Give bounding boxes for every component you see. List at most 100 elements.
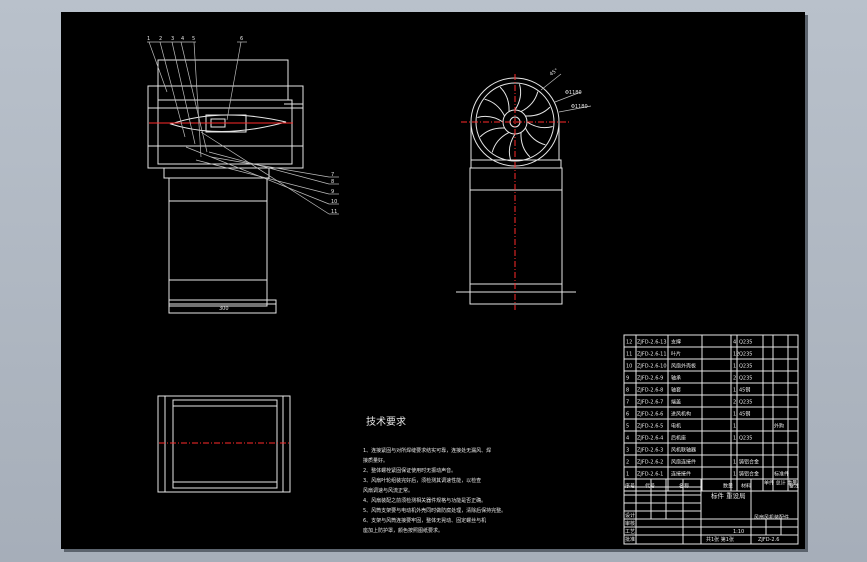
bom-cell-name: 后机座 xyxy=(671,435,686,442)
notes-line: 座加上防护罩，颜色按照图纸要求。 xyxy=(363,527,443,534)
notes-line: 2、整体螺栓紧固保证使用时无振动声音。 xyxy=(363,467,456,474)
top-view-outer xyxy=(157,395,291,493)
bom-cell-code: ZJFD-2.6-9 xyxy=(637,376,663,382)
bom-header-name: 名称 xyxy=(679,483,689,490)
bom-header-material: 材料 xyxy=(741,483,751,490)
bom-cell-name: 轴套 xyxy=(671,387,681,394)
fan-blade xyxy=(484,98,506,117)
title-signer: 工艺 xyxy=(625,529,635,535)
bom-cell-code: ZJFD-2.6-11 xyxy=(637,352,667,358)
top-view xyxy=(157,395,291,493)
bom-cell-name: 风机联轴器 xyxy=(671,447,696,454)
fan-blade xyxy=(499,86,510,112)
fan-blade xyxy=(520,132,531,158)
part-label: 3 xyxy=(171,36,174,42)
bom-cell-name: 叶片 xyxy=(671,351,681,358)
fan-blade xyxy=(514,84,522,111)
bom-cell-name: 风扇连接件 xyxy=(671,459,696,466)
bom-cell-no: 7 xyxy=(626,400,629,406)
bom-cell-no: 12 xyxy=(626,340,632,346)
fan-blade xyxy=(525,106,551,117)
part-label: 2 xyxy=(159,36,162,42)
part-label: 1 xyxy=(147,36,150,42)
bom-cell-code: ZJFD-2.6-7 xyxy=(637,400,663,406)
bom-cell-no: 10 xyxy=(626,364,632,370)
dim-fan-dia-1: Φ1180 xyxy=(565,90,582,96)
top-view-inner xyxy=(172,399,278,489)
bom-cell-name: 连接接件 xyxy=(671,471,691,478)
dim-front-width: 300 xyxy=(219,306,229,312)
part-label: 7 xyxy=(331,172,334,178)
bom-cell-code: ZJFD-2.6-4 xyxy=(637,436,663,442)
bom-cell-no: 5 xyxy=(626,424,629,430)
bom-cell-no: 1 xyxy=(626,472,629,478)
part-label: 5 xyxy=(192,36,195,42)
bom-cell-no: 11 xyxy=(626,352,632,358)
fan-blade xyxy=(524,127,546,146)
bom-cell-code: ZJFD-2.6-2 xyxy=(637,460,663,466)
bom-cell-material: Q235 xyxy=(739,436,752,442)
title-drawing-name: 风扇风机装配件 xyxy=(754,514,789,521)
notes-title: 技术要求 xyxy=(366,415,406,428)
bom-cell-code: ZJFD-2.6-1 xyxy=(637,472,663,478)
notes-line: 5、风筒支架要与电动机外壳同时做防腐处理，清除后保持完整。 xyxy=(363,507,506,514)
part-label: 6 xyxy=(240,36,243,42)
bom-cell-material: 铸铝合金 xyxy=(739,459,759,466)
bom-cell-no: 4 xyxy=(626,436,629,442)
bom-cell-no: 3 xyxy=(626,448,629,454)
title-signer: 设计 xyxy=(625,512,635,519)
bom-cell-material: 45钢 xyxy=(739,387,750,394)
bom-cell-name: 支撑 xyxy=(671,339,681,346)
bom-header-qty: 数量 xyxy=(723,483,733,490)
title-company: 标件 重设局 xyxy=(711,491,746,500)
notes-line: 风扇调速与风流正常。 xyxy=(363,487,413,494)
bom-cell-material: Q235 xyxy=(739,340,752,346)
bom-cell-qty: 1 xyxy=(733,436,736,442)
dim-fan-dia-2: Φ1180 xyxy=(571,104,588,110)
bom-cell-no: 6 xyxy=(626,412,629,418)
part-label: 11 xyxy=(331,209,337,215)
bom-table: 12 ZJFD-2.6-13 支撑 4 Q23511 ZJFD-2.6-11 叶片 12 Q23… xyxy=(623,334,799,492)
bom-cell-code: ZJFD-2.6-5 xyxy=(637,424,663,430)
bom-cell-no: 2 xyxy=(626,460,629,466)
notes-line: 4、风扇装配之前须检测相关器件规格与功能是否正确。 xyxy=(363,497,486,504)
bom-cell-qty: 1 xyxy=(733,472,736,478)
bom-cell-name: 风扇外壳板 xyxy=(671,363,696,370)
bom-cell-name: 轴承 xyxy=(671,375,681,382)
bom-cell-code: ZJFD-2.6-13 xyxy=(637,340,667,346)
notes-line: 6、支架与风筒连接要牢固，整体无晃动、固定螺丝与机 xyxy=(363,517,486,524)
bom-cell-qty: 2 xyxy=(733,376,736,382)
bom-cell-qty: 1 xyxy=(733,364,736,370)
bom-cell-code: ZJFD-2.6-10 xyxy=(637,364,667,370)
bom-cell-name: 电机 xyxy=(671,423,681,430)
bom-cell-qty: 1 xyxy=(733,460,736,466)
title-scale: 1:10 xyxy=(733,529,744,535)
fan-blade xyxy=(491,131,510,153)
bom-header-no: 序号 xyxy=(625,483,635,490)
bom-cell-qty: 4 xyxy=(733,340,736,346)
title-signer: 审核 xyxy=(625,520,635,527)
fan-blade xyxy=(526,121,553,129)
side-view: 300 1 2 3 4 5 6 7 8 9 10 11 xyxy=(147,36,339,314)
title-drawing-no: ZJFD-2.6 xyxy=(758,537,779,543)
fan-blade xyxy=(477,115,504,123)
notes-line: 3、风扇叶轮组装完好后，须检测其调速性能，以检查 xyxy=(363,477,481,484)
title-sheet: 共1张 第1张 xyxy=(706,536,734,543)
cad-drawing: 300 1 2 3 4 5 6 7 8 9 10 11 45° Φ1180 Φ1… xyxy=(147,36,799,545)
part-label: 4 xyxy=(181,36,184,42)
fan-blade xyxy=(508,133,516,160)
bom-cell-code: ZJFD-2.6-8 xyxy=(637,388,663,394)
bom-cell-material: Q235 xyxy=(739,400,752,406)
bom-cell-code: ZJFD-2.6-6 xyxy=(637,412,663,418)
part-label: 8 xyxy=(331,179,334,185)
bom-cell-material: Q235 xyxy=(739,364,752,370)
bom-cell-material: 铸铝合金 xyxy=(739,471,759,478)
fan-blade xyxy=(520,91,539,113)
fan-blade xyxy=(479,127,505,138)
bom-cell-no: 9 xyxy=(626,376,629,382)
bom-header-code: 代号 xyxy=(645,483,655,490)
bom-cell-qty: 1 xyxy=(733,424,736,430)
bom-cell-remark: 外购 xyxy=(774,423,784,430)
technical-notes: 技术要求 1、连接紧固与对所焊缝要求结实可靠，连接处无漏风、焊 接质量好。 2、… xyxy=(363,415,506,534)
notes-line: 接质量好。 xyxy=(363,457,388,464)
